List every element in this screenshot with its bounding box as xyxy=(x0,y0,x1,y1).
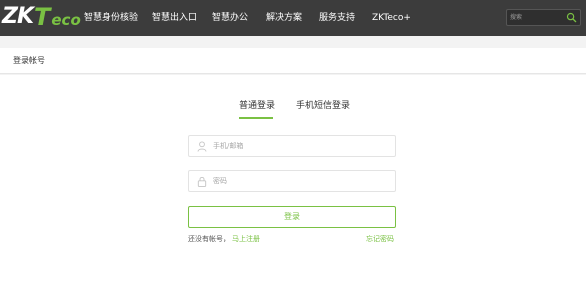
nav-item-identity[interactable]: 智慧身份核验 xyxy=(84,11,138,25)
tab-normal-login[interactable]: 普通登录 xyxy=(239,98,275,111)
logo-zk: ZK xyxy=(2,4,34,29)
page-header: 登录帐号 xyxy=(0,48,586,74)
login-button[interactable]: 登录 xyxy=(188,206,396,228)
logo-eco: eco xyxy=(51,11,81,29)
password-input[interactable] xyxy=(213,174,388,188)
username-input[interactable] xyxy=(213,139,388,153)
active-tab-indicator xyxy=(239,117,273,119)
username-field xyxy=(188,135,396,157)
password-field xyxy=(188,170,396,192)
user-icon xyxy=(197,141,207,152)
nav-item-office[interactable]: 智慧办公 xyxy=(212,11,248,25)
login-card: 普通登录 手机短信登录 登录 还没有帐号， 马上注册 忘记密码 xyxy=(0,75,586,295)
forgot-password-link[interactable]: 忘记密码 xyxy=(366,234,394,244)
search-box xyxy=(506,9,581,26)
logo-t: T xyxy=(34,3,51,31)
search-icon[interactable] xyxy=(566,12,577,23)
zkteco-logo[interactable]: ZK T eco xyxy=(2,4,81,30)
page-title: 登录帐号 xyxy=(13,56,45,65)
register-link[interactable]: 马上注册 xyxy=(232,234,260,244)
nav-item-solutions[interactable]: 解决方案 xyxy=(266,11,302,25)
tab-sms-login[interactable]: 手机短信登录 xyxy=(296,98,350,111)
search-input[interactable] xyxy=(510,11,565,24)
nav-item-zkteco-plus[interactable]: ZKTeco+ xyxy=(372,11,411,25)
top-navbar: ZK T eco 智慧身份核验 智慧出入口 智慧办公 解决方案 服务支持 ZKT… xyxy=(0,0,586,36)
no-account-text: 还没有帐号， xyxy=(188,235,230,243)
nav-item-entrance[interactable]: 智慧出入口 xyxy=(152,11,197,25)
lock-icon xyxy=(197,176,207,187)
nav-item-support[interactable]: 服务支持 xyxy=(319,11,355,25)
